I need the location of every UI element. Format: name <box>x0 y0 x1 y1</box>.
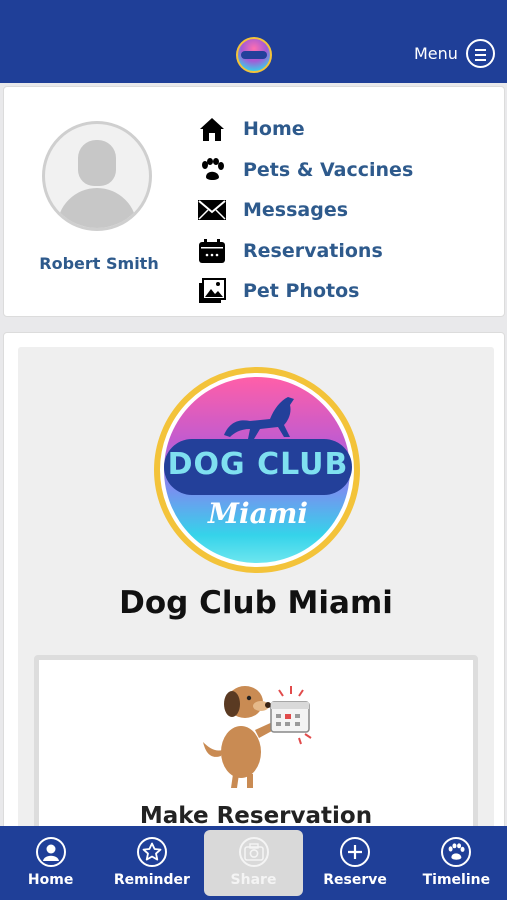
bottom-nav-label: Share <box>230 872 277 888</box>
bottom-nav-label: Reminder <box>113 872 190 888</box>
bottom-nav-label: Home <box>27 872 74 888</box>
nav-item-pet-photos[interactable]: Pet Photos <box>197 271 413 312</box>
nav-item-reservations[interactable]: Reservations <box>197 231 413 272</box>
main-card: DOG CLUB Miami Dog Club Miami Make Reser… <box>3 332 505 900</box>
top-bar: Menu <box>0 0 507 83</box>
paw-icon <box>441 837 472 867</box>
bottom-nav-timeline[interactable]: Timeline <box>406 826 507 900</box>
club-title: Dog Club Miami <box>119 585 393 621</box>
house-icon <box>197 116 227 142</box>
nav-item-label: Pets & Vaccines <box>243 158 414 181</box>
plus-icon <box>340 837 371 867</box>
nav-item-label: Pet Photos <box>243 280 360 303</box>
star-icon <box>136 837 167 867</box>
nav-item-messages[interactable]: Messages <box>197 190 413 231</box>
bottom-nav-label: Reserve <box>323 872 387 888</box>
nav-item-home[interactable]: Home <box>197 109 413 150</box>
camera-icon <box>238 837 269 867</box>
menu-label: Menu <box>414 43 458 63</box>
dog-club-logo-small[interactable] <box>236 37 272 73</box>
dog-silhouette-icon <box>224 397 294 439</box>
calendar-icon <box>197 238 227 264</box>
bottom-nav-share[interactable]: Share <box>203 830 304 896</box>
nav-item-pets-vaccines[interactable]: Pets & Vaccines <box>197 150 413 191</box>
menu-button[interactable]: Menu <box>414 38 495 68</box>
user-circle-icon <box>35 837 66 867</box>
club-panel: DOG CLUB Miami Dog Club Miami Make Reser… <box>18 347 494 900</box>
nav-item-label: Reservations <box>243 239 383 262</box>
hamburger-icon <box>465 38 495 68</box>
nav-item-label: Home <box>243 118 305 141</box>
bottom-nav-reminder[interactable]: Reminder <box>101 826 202 900</box>
nav-item-label: Messages <box>243 199 349 222</box>
profile-nav: Home Pets & Vaccines Messages Reservatio… <box>197 109 413 312</box>
dog-club-miami-logo: DOG CLUB Miami <box>154 367 360 573</box>
bottom-nav-label: Timeline <box>422 872 491 888</box>
logo-script: Miami <box>207 497 309 530</box>
bottom-nav-reserve[interactable]: Reserve <box>304 826 405 900</box>
bottom-nav-home[interactable]: Home <box>0 826 101 900</box>
photos-icon <box>197 278 227 304</box>
bottom-nav: Home Reminder Share Reserve Timeline <box>0 826 507 900</box>
user-name[interactable]: Robert Smith <box>4 254 194 273</box>
avatar[interactable] <box>42 121 152 231</box>
paw-icon <box>197 157 227 183</box>
envelope-icon <box>197 197 227 223</box>
profile-card: Robert Smith Home Pets & Vaccines Messag… <box>3 86 505 317</box>
dog-calendar-illustration <box>203 686 312 788</box>
logo-title: DOG CLUB <box>167 447 349 482</box>
